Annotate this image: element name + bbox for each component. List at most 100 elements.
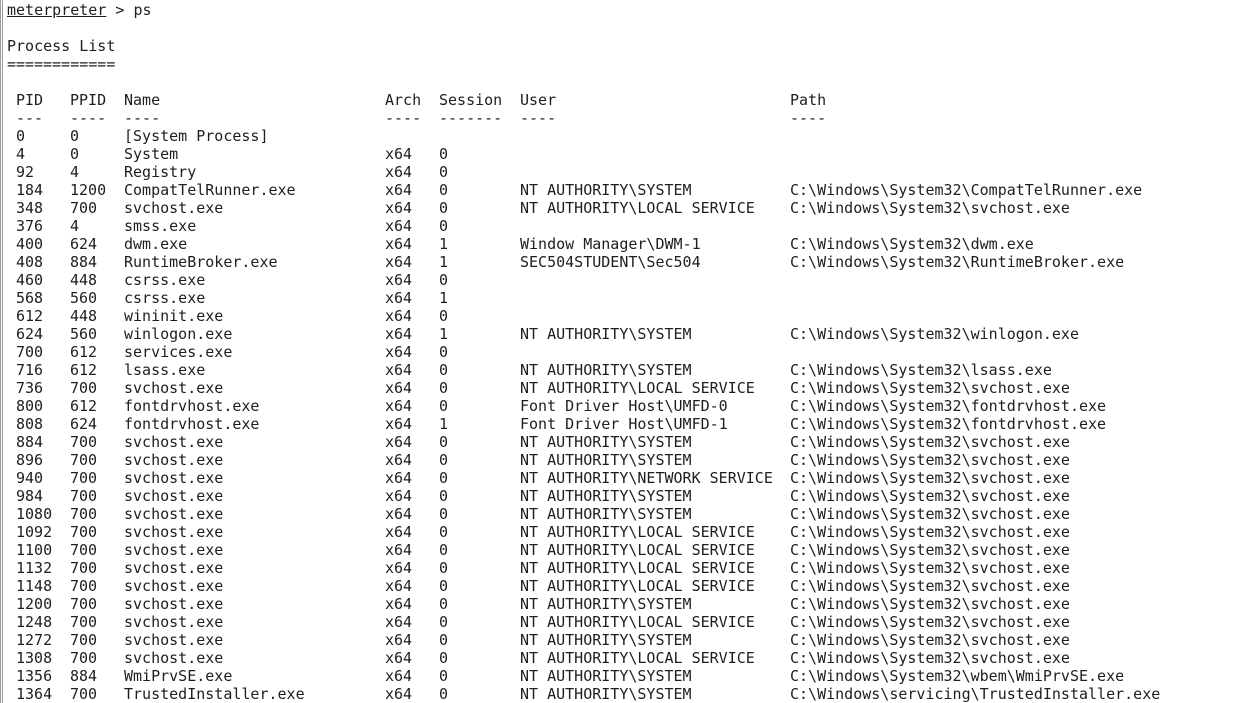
process-path-cell: C:\Windows\System32\svchost.exe bbox=[790, 577, 1070, 595]
process-arch-cell: x64 bbox=[385, 163, 413, 181]
process-user-cell: NT AUTHORITY\SYSTEM bbox=[520, 667, 692, 685]
process-name-cell: svchost.exe bbox=[124, 379, 224, 397]
process-pid-cell: 400 bbox=[16, 235, 44, 253]
process-arch-cell: x64 bbox=[385, 271, 413, 289]
process-ppid-cell: 700 bbox=[70, 487, 98, 505]
process-arch-cell: x64 bbox=[385, 613, 413, 631]
process-arch-cell: x64 bbox=[385, 361, 413, 379]
process-name-cell: winlogon.exe bbox=[124, 325, 233, 343]
process-session-cell: 0 bbox=[439, 307, 449, 325]
process-arch-cell: x64 bbox=[385, 235, 413, 253]
process-path-cell: C:\Windows\System32\dwm.exe bbox=[790, 235, 1034, 253]
process-name-cell: svchost.exe bbox=[124, 505, 224, 523]
process-path-cell: C:\Windows\System32\svchost.exe bbox=[790, 559, 1070, 577]
process-session-cell: 0 bbox=[439, 181, 449, 199]
process-user-cell: NT AUTHORITY\LOCAL SERVICE bbox=[520, 613, 755, 631]
process-arch-cell: x64 bbox=[385, 505, 413, 523]
process-ppid-cell: 1200 bbox=[70, 181, 107, 199]
process-path-cell: C:\Windows\System32\svchost.exe bbox=[790, 649, 1070, 667]
process-session-cell: 0 bbox=[439, 667, 449, 685]
process-path-cell: C:\Windows\System32\svchost.exe bbox=[790, 199, 1070, 217]
process-pid-cell: 716 bbox=[16, 361, 44, 379]
process-pid-cell: 612 bbox=[16, 307, 44, 325]
process-ppid-cell: 884 bbox=[70, 667, 98, 685]
process-name-cell: WmiPrvSE.exe bbox=[124, 667, 233, 685]
process-name-cell: smss.exe bbox=[124, 217, 197, 235]
process-pid-cell: 348 bbox=[16, 199, 44, 217]
process-path-cell: C:\Windows\System32\svchost.exe bbox=[790, 541, 1070, 559]
process-ppid-cell: 700 bbox=[70, 613, 98, 631]
process-arch-cell: x64 bbox=[385, 469, 413, 487]
process-pid-cell: 1100 bbox=[16, 541, 53, 559]
process-user-cell: Font Driver Host\UMFD-0 bbox=[520, 397, 728, 415]
process-arch-cell: x64 bbox=[385, 253, 413, 271]
process-ppid-cell: 560 bbox=[70, 289, 98, 307]
process-session-cell: 1 bbox=[439, 253, 449, 271]
process-path-cell: C:\Windows\System32\svchost.exe bbox=[790, 469, 1070, 487]
process-name-cell: svchost.exe bbox=[124, 433, 224, 451]
process-name-cell: svchost.exe bbox=[124, 631, 224, 649]
process-session-cell: 0 bbox=[439, 505, 449, 523]
process-session-cell: 1 bbox=[439, 325, 449, 343]
process-name-cell: Registry bbox=[124, 163, 197, 181]
process-arch-cell: x64 bbox=[385, 541, 413, 559]
process-pid-cell: 1248 bbox=[16, 613, 53, 631]
process-arch-cell: x64 bbox=[385, 487, 413, 505]
process-ppid-cell: 700 bbox=[70, 523, 98, 541]
process-path-cell: C:\Windows\System32\fontdrvhost.exe bbox=[790, 415, 1107, 433]
process-name-cell: svchost.exe bbox=[124, 523, 224, 541]
process-user-cell: NT AUTHORITY\LOCAL SERVICE bbox=[520, 541, 755, 559]
process-name-cell: svchost.exe bbox=[124, 595, 224, 613]
process-pid-cell: 4 bbox=[16, 145, 26, 163]
process-session-cell: 0 bbox=[439, 433, 449, 451]
process-arch-cell: x64 bbox=[385, 649, 413, 667]
process-name-cell: svchost.exe bbox=[124, 469, 224, 487]
process-path-cell: C:\Windows\System32\fontdrvhost.exe bbox=[790, 397, 1107, 415]
process-pid-cell: 376 bbox=[16, 217, 44, 235]
process-session-cell: 0 bbox=[439, 343, 449, 361]
terminal-window[interactable]: meterpreter > ps Process List ==========… bbox=[0, 0, 1245, 703]
process-pid-cell: 700 bbox=[16, 343, 44, 361]
process-session-cell: 0 bbox=[439, 361, 449, 379]
process-name-cell: fontdrvhost.exe bbox=[124, 415, 260, 433]
process-pid-cell: 1148 bbox=[16, 577, 53, 595]
process-ppid-cell: 700 bbox=[70, 505, 98, 523]
process-user-cell: NT AUTHORITY\LOCAL SERVICE bbox=[520, 577, 755, 595]
process-name-cell: CompatTelRunner.exe bbox=[124, 181, 296, 199]
process-ppid-cell: 700 bbox=[70, 595, 98, 613]
process-arch-cell: x64 bbox=[385, 559, 413, 577]
process-pid-cell: 1272 bbox=[16, 631, 53, 649]
process-path-cell: C:\Windows\servicing\TrustedInstaller.ex… bbox=[790, 685, 1161, 703]
process-arch-cell: x64 bbox=[385, 433, 413, 451]
process-ppid-cell: 624 bbox=[70, 235, 98, 253]
process-user-cell: NT AUTHORITY\SYSTEM bbox=[520, 181, 692, 199]
process-name-cell: lsass.exe bbox=[124, 361, 206, 379]
process-arch-cell: x64 bbox=[385, 217, 413, 235]
process-user-cell: NT AUTHORITY\SYSTEM bbox=[520, 595, 692, 613]
process-session-cell: 0 bbox=[439, 379, 449, 397]
process-session-cell: 0 bbox=[439, 217, 449, 235]
process-pid-cell: 408 bbox=[16, 253, 44, 271]
process-session-cell: 0 bbox=[439, 487, 449, 505]
process-pid-cell: 92 bbox=[16, 163, 35, 181]
process-name-cell: svchost.exe bbox=[124, 541, 224, 559]
process-pid-cell: 1356 bbox=[16, 667, 53, 685]
process-ppid-cell: 700 bbox=[70, 649, 98, 667]
process-ppid-cell: 700 bbox=[70, 451, 98, 469]
process-name-cell: wininit.exe bbox=[124, 307, 224, 325]
process-arch-cell: x64 bbox=[385, 595, 413, 613]
process-pid-cell: 1132 bbox=[16, 559, 53, 577]
process-ppid-cell: 700 bbox=[70, 433, 98, 451]
process-pid-cell: 800 bbox=[16, 397, 44, 415]
process-session-cell: 0 bbox=[439, 163, 449, 181]
process-path-cell: C:\Windows\System32\lsass.exe bbox=[790, 361, 1052, 379]
process-ppid-cell: 612 bbox=[70, 361, 98, 379]
process-arch-cell: x64 bbox=[385, 397, 413, 415]
process-path-cell: C:\Windows\System32\svchost.exe bbox=[790, 595, 1070, 613]
process-path-cell: C:\Windows\System32\svchost.exe bbox=[790, 433, 1070, 451]
process-ppid-cell: 700 bbox=[70, 379, 98, 397]
process-ppid-cell: 4 bbox=[70, 163, 80, 181]
process-ppid-cell: 612 bbox=[70, 397, 98, 415]
process-arch-cell: x64 bbox=[385, 523, 413, 541]
process-ppid-cell: 4 bbox=[70, 217, 80, 235]
